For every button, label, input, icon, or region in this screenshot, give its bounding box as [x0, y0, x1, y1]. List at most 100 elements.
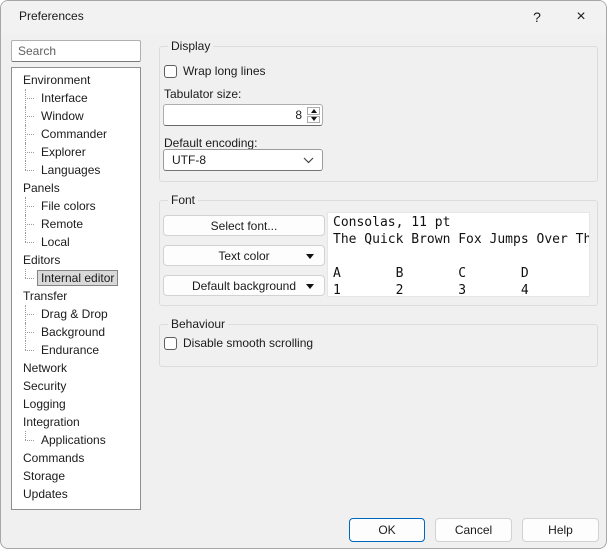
tree-item-label: Transfer: [19, 288, 71, 304]
wrap-long-lines-label: Wrap long lines: [183, 64, 266, 78]
font-group-title: Font: [168, 193, 198, 207]
default-background-button[interactable]: Default background: [163, 275, 325, 296]
tree-item-label: Commands: [19, 450, 88, 466]
disable-smooth-scrolling-checkbox-row[interactable]: Disable smooth scrolling: [164, 336, 313, 350]
preferences-dialog: Preferences ? × Environment InterfaceWind…: [0, 0, 607, 549]
window-title: Preferences: [19, 9, 84, 23]
tree-item[interactable]: Commander: [12, 125, 140, 143]
tree-item[interactable]: Interface: [12, 89, 140, 107]
tree-item-label: Background: [37, 324, 109, 340]
tree-item[interactable]: Background: [12, 323, 140, 341]
spinner: [307, 107, 320, 123]
chevron-down-icon: [303, 157, 314, 164]
tree-item[interactable]: Security: [12, 377, 140, 395]
tree-item-label: Explorer: [37, 144, 90, 160]
tree-item[interactable]: Integration: [12, 413, 140, 431]
font-preview: Consolas, 11 ptThe Quick Brown Fox Jumps…: [327, 212, 590, 297]
tree-item[interactable]: Languages: [12, 161, 140, 179]
font-preview-line: The Quick Brown Fox Jumps Over The Lazy …: [333, 231, 589, 248]
tree-item[interactable]: Endurance: [12, 341, 140, 359]
font-preview-line: [333, 248, 589, 265]
tree-item-label: Commander: [37, 126, 111, 142]
tree-item-label: Logging: [19, 396, 70, 412]
tree-connector: [19, 215, 37, 233]
tree-item-label: Drag & Drop: [37, 306, 112, 322]
tree-item-label: Languages: [37, 162, 104, 178]
font-preview-line: A B C D: [333, 265, 589, 282]
cancel-button[interactable]: Cancel: [435, 518, 512, 542]
tree-item-label: Local: [37, 234, 74, 250]
tree-connector: [19, 161, 37, 179]
tree-connector: [19, 125, 37, 143]
tree-connector: [19, 233, 37, 251]
help-titlebar-button[interactable]: ?: [516, 1, 558, 33]
tree-item-label: Internal editor: [37, 270, 118, 286]
tree-item-label: Panels: [19, 180, 64, 196]
tree-item[interactable]: Panels: [12, 179, 140, 197]
help-button[interactable]: Help: [522, 518, 599, 542]
tree-item[interactable]: Drag & Drop: [12, 305, 140, 323]
tabulator-size-value: 8: [295, 108, 302, 122]
tree-connector: [19, 89, 37, 107]
tree-item[interactable]: Storage: [12, 467, 140, 485]
tree-item-label: Integration: [19, 414, 84, 430]
close-icon: ×: [576, 8, 585, 26]
spin-down-button[interactable]: [307, 116, 320, 124]
select-font-button[interactable]: Select font...: [163, 215, 325, 236]
tree-item-label: Remote: [37, 216, 87, 232]
disable-smooth-scrolling-label: Disable smooth scrolling: [183, 336, 313, 350]
tree-item[interactable]: File colors: [12, 197, 140, 215]
tree-item[interactable]: Editors: [12, 251, 140, 269]
ok-button[interactable]: OK: [349, 518, 425, 542]
arrow-down-icon: [311, 117, 317, 121]
preferences-tree: Environment InterfaceWindowCommander Explo…: [11, 67, 141, 510]
text-color-button[interactable]: Text color: [163, 245, 325, 266]
font-preview-line: Consolas, 11 pt: [333, 214, 589, 231]
tree-item-label: Storage: [19, 468, 69, 484]
tree-item-label: Network: [19, 360, 71, 376]
disable-smooth-scrolling-checkbox[interactable]: [164, 337, 177, 350]
tree-item-label: Endurance: [37, 342, 103, 358]
tree-item[interactable]: Internal editor: [12, 269, 140, 287]
tree-item[interactable]: Local: [12, 233, 140, 251]
behaviour-group-title: Behaviour: [168, 317, 228, 331]
close-button[interactable]: ×: [560, 1, 602, 33]
tree-connector: [19, 431, 37, 449]
tree-item[interactable]: Environment: [12, 71, 140, 89]
tree-connector: [19, 197, 37, 215]
wrap-long-lines-checkbox[interactable]: [164, 65, 177, 78]
tree-connector: [19, 305, 37, 323]
tree-item[interactable]: Applications: [12, 431, 140, 449]
tree-item-label: Updates: [19, 486, 72, 502]
search-input[interactable]: [11, 40, 141, 62]
tree-item[interactable]: Commands: [12, 449, 140, 467]
tree-connector: [19, 269, 37, 287]
help-icon: ?: [533, 9, 541, 25]
tree-connector: [19, 341, 37, 359]
tree-item-label: Environment: [19, 72, 94, 88]
tree-item[interactable]: Network: [12, 359, 140, 377]
tree-item-label: File colors: [37, 198, 100, 214]
tree-item-label: Interface: [37, 90, 92, 106]
tree-item[interactable]: Updates: [12, 485, 140, 503]
tree-item[interactable]: Remote: [12, 215, 140, 233]
tree-item[interactable]: Window: [12, 107, 140, 125]
tree-item-label: Editors: [19, 252, 64, 268]
tree-item[interactable]: Transfer: [12, 287, 140, 305]
default-encoding-value: UTF-8: [172, 153, 206, 167]
tree-item-label: Security: [19, 378, 70, 394]
tree-item[interactable]: Explorer: [12, 143, 140, 161]
tree-connector: [19, 323, 37, 341]
arrow-up-icon: [311, 109, 317, 113]
default-encoding-select[interactable]: UTF-8: [163, 149, 323, 171]
tabulator-size-input[interactable]: 8: [163, 104, 323, 126]
dropdown-caret-icon: [306, 284, 314, 289]
spin-up-button[interactable]: [307, 107, 320, 115]
font-preview-line: 1 2 3 4: [333, 282, 589, 297]
tree-item-label: Applications: [37, 432, 110, 448]
dropdown-caret-icon: [306, 254, 314, 259]
titlebar: Preferences ? ×: [1, 1, 606, 33]
default-encoding-label: Default encoding:: [164, 136, 257, 150]
tree-item[interactable]: Logging: [12, 395, 140, 413]
wrap-long-lines-checkbox-row[interactable]: Wrap long lines: [164, 64, 266, 78]
